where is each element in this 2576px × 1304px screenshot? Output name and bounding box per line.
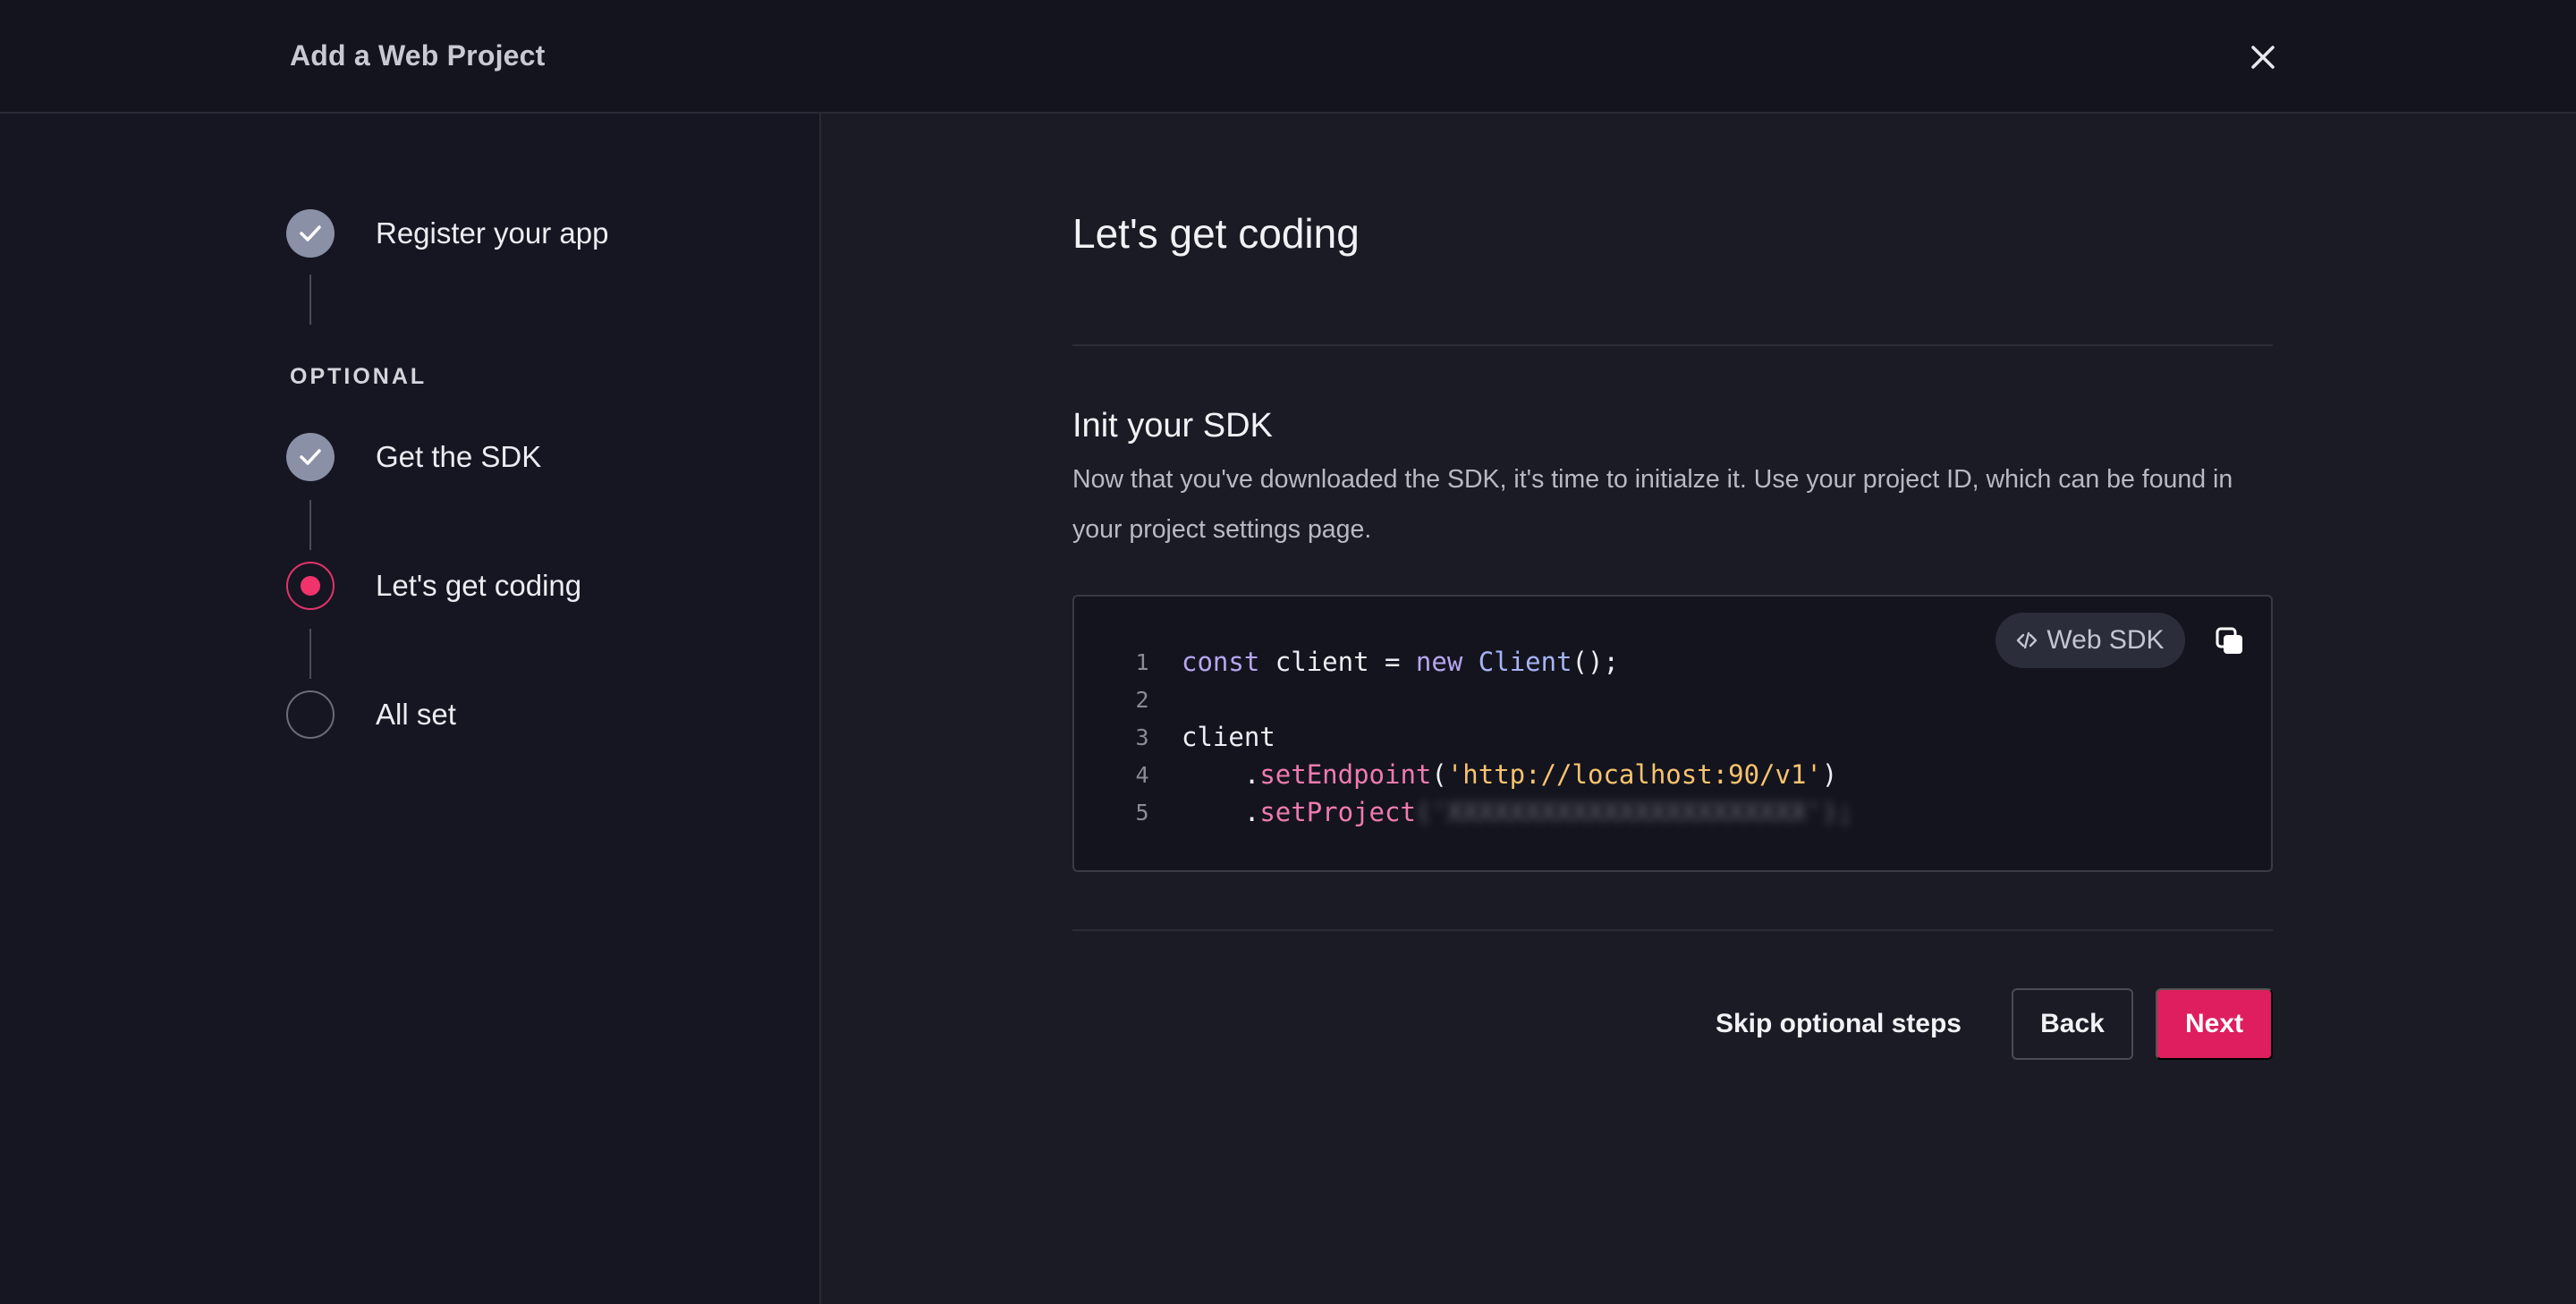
copy-icon xyxy=(2216,627,2242,654)
modal-title: Add a Web Project xyxy=(290,39,546,72)
step-connector xyxy=(309,629,311,679)
check-icon xyxy=(300,225,321,241)
line-number: 2 xyxy=(1135,686,1149,713)
code-function: setEndpoint xyxy=(1259,759,1432,790)
section-description: Now that you've downloaded the SDK, it's… xyxy=(1072,465,2233,544)
step-label: Register your app xyxy=(376,216,609,250)
code-keyword: new xyxy=(1415,647,1463,677)
skip-optional-steps-button[interactable]: Skip optional steps xyxy=(1716,988,1962,1060)
sdk-badge[interactable]: Web SDK xyxy=(1996,613,2185,668)
code-text: . xyxy=(1182,797,1260,827)
code-line: 5 . setProject ('XXXXXXXXXXXXXXXXXXXXXXX')… xyxy=(1124,793,1853,831)
step-register-app[interactable]: Register your app xyxy=(286,208,608,258)
code-block: Web SDK 1 const client = new Client (); 2… xyxy=(1072,595,2273,872)
code-string: 'http://localhost:90/v1' xyxy=(1446,759,1822,790)
code-text: . xyxy=(1182,759,1260,790)
code-lines: 1 const client = new Client (); 2 3 clien… xyxy=(1124,643,1853,831)
code-keyword: const xyxy=(1182,647,1260,677)
code-text: ( xyxy=(1431,759,1447,790)
step-all-set[interactable]: All set xyxy=(286,690,456,740)
divider xyxy=(1072,929,2273,931)
modal-header: Add a Web Project xyxy=(0,0,2576,114)
redacted-project-id: ('XXXXXXXXXXXXXXXXXXXXXXX'); xyxy=(1415,797,1853,827)
step-connector xyxy=(309,275,311,325)
line-number: 4 xyxy=(1135,761,1149,788)
page-title: Let's get coding xyxy=(1072,210,1360,257)
step-label: All set xyxy=(376,698,456,731)
line-number: 1 xyxy=(1135,648,1149,675)
current-dot-icon xyxy=(301,576,320,596)
copy-code-button[interactable] xyxy=(2212,623,2248,659)
code-text: client xyxy=(1182,722,1275,752)
line-number: 5 xyxy=(1135,799,1149,826)
optional-section-label: OPTIONAL xyxy=(290,364,428,389)
wizard-actions: Skip optional steps Back Next xyxy=(1072,988,2273,1062)
close-button[interactable] xyxy=(2243,38,2283,77)
line-number: 3 xyxy=(1135,724,1149,750)
code-text: client = xyxy=(1259,647,1416,677)
step-status-done xyxy=(286,433,335,481)
sdk-badge-label: Web SDK xyxy=(2046,625,2165,655)
code-line: 3 client xyxy=(1124,718,1853,756)
step-status-pending xyxy=(286,690,335,739)
step-label: Get the SDK xyxy=(376,440,542,473)
code-class: Client xyxy=(1478,647,1572,677)
code-line: 1 const client = new Client (); xyxy=(1124,643,1853,681)
step-status-done xyxy=(286,209,335,258)
code-line: 2 xyxy=(1124,681,1853,718)
divider xyxy=(1072,344,2273,346)
step-lets-get-coding[interactable]: Let's get coding xyxy=(286,561,581,611)
next-button[interactable]: Next xyxy=(2156,988,2273,1060)
step-get-sdk[interactable]: Get the SDK xyxy=(286,432,541,482)
code-function: setProject xyxy=(1259,797,1416,827)
code-text: (); xyxy=(1572,647,1619,677)
code-text: ) xyxy=(1821,759,1838,790)
step-status-current xyxy=(286,562,335,610)
step-connector xyxy=(309,500,311,550)
code-icon xyxy=(2017,631,2038,649)
close-icon xyxy=(2251,46,2275,69)
code-line: 4 . setEndpoint('http://localhost:90/v1') xyxy=(1124,756,1853,793)
check-icon xyxy=(300,449,321,465)
section-title: Init your SDK xyxy=(1072,407,1273,445)
step-label: Let's get coding xyxy=(376,569,582,602)
back-button[interactable]: Back xyxy=(2012,988,2133,1060)
